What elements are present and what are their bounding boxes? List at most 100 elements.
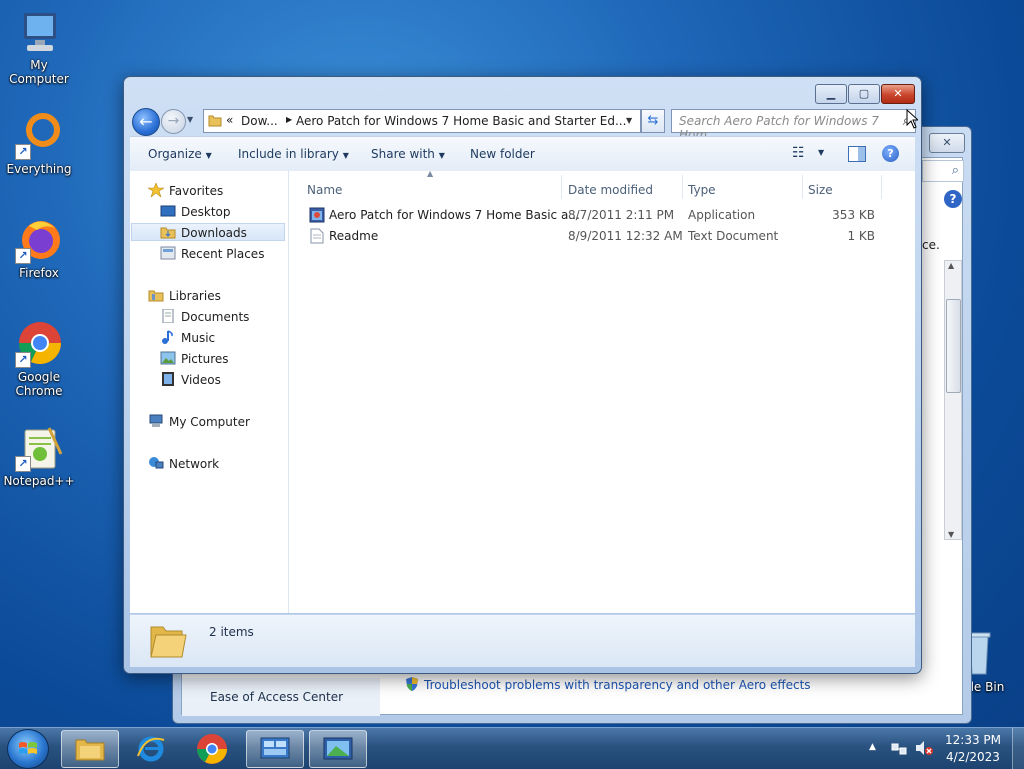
close-button[interactable]: ✕ [881,84,915,104]
aero-patch-icon [323,737,353,760]
show-desktop-button[interactable] [1012,728,1024,769]
view-options-icon[interactable]: ☷ [792,145,805,161]
table-row[interactable]: Aero Patch for Windows 7 Home Basic a...… [289,205,909,226]
everything-icon: ↗ [15,112,63,160]
scrollbar-thumb[interactable] [946,299,961,393]
organize-button[interactable]: Organize ▼ [148,147,212,161]
table-row[interactable]: Readme 8/9/2011 12:32 AM Text Document 1… [289,226,909,247]
internet-explorer-icon [137,736,165,762]
file-type: Text Document [688,229,779,243]
taskbar-internet-explorer[interactable] [124,730,180,766]
nav-downloads[interactable]: Downloads [131,223,285,241]
left-pane: Ease of Access Center [182,678,380,716]
nav-recent-places[interactable]: Recent Places [160,246,264,261]
maximize-button[interactable]: ▢ [848,84,880,104]
breadcrumb-separator-icon[interactable]: ▶ [286,115,292,124]
explorer-icon [75,739,105,761]
taskbar-explorer[interactable] [61,730,119,768]
back-arrow-icon: ← [139,112,153,131]
nav-pictures[interactable]: Pictures [160,351,229,366]
column-separator[interactable] [802,175,803,199]
file-type: Application [688,208,756,222]
forward-button[interactable]: → [161,109,186,134]
column-separator[interactable] [682,175,683,199]
column-header-size[interactable]: Size [808,183,833,197]
desktop-icon-label: Notepad++ [3,474,75,488]
music-icon [160,330,176,344]
explorer-window[interactable]: ▁ ▢ ✕ ← → ▼ « Dow... ▶ Aero Patch for Wi… [123,76,922,674]
new-folder-button[interactable]: New folder [470,147,535,161]
control-panel-icon [260,737,290,759]
include-in-library-button[interactable]: Include in library ▼ [238,147,349,161]
close-button[interactable]: ✕ [929,133,965,153]
recent-pages-dropdown-icon[interactable]: ▼ [187,115,193,124]
nav-desktop[interactable]: Desktop [160,204,231,219]
scrollbar[interactable]: ▲ ▼ [944,260,962,540]
refresh-button[interactable]: ⇆ [641,109,665,133]
clock-time[interactable]: 12:33 PM [943,733,1003,747]
computer-icon [148,414,164,428]
back-button[interactable]: ← [132,108,160,136]
desktop-icon-everything[interactable]: ↗ Everything [1,112,77,176]
share-with-button[interactable]: Share with ▼ [371,147,445,161]
forward-arrow-icon: → [167,113,180,129]
item-count: 2 items [209,625,254,639]
column-header-date[interactable]: Date modified [568,183,653,197]
volume-muted-icon[interactable] [914,740,934,756]
taskbar-chrome[interactable] [184,730,240,766]
desktop-icon-firefox[interactable]: ↗ Firefox [1,216,77,280]
navigation-pane: Favorites Desktop Downloads Recent Place… [130,171,289,613]
sort-ascending-icon: ▲ [427,169,434,178]
file-size: 1 KB [847,229,875,243]
shield-icon [404,676,420,692]
desktop-icon-my-computer[interactable]: My Computer [1,8,77,86]
start-button[interactable] [7,729,49,769]
address-dropdown-icon[interactable]: ▼ [626,116,632,125]
explorer-body: Favorites Desktop Downloads Recent Place… [130,169,915,613]
nav-my-computer[interactable]: My Computer [148,414,250,429]
troubleshoot-link[interactable]: Troubleshoot problems with transparency … [404,676,811,692]
show-hidden-icons-button[interactable]: ▲ [869,742,876,752]
nav-libraries[interactable]: Libraries [148,288,221,303]
breadcrumb-overflow[interactable]: « [226,113,233,127]
breadcrumb-downloads[interactable]: Dow... [241,114,278,128]
nav-favorites[interactable]: Favorites [146,182,223,198]
dropdown-arrow-icon: ▼ [205,151,212,160]
search-input[interactable]: Search Aero Patch for Windows 7 Hom... ⌕ [671,109,916,142]
breadcrumb-current[interactable]: Aero Patch for Windows 7 Home Basic and … [296,114,626,128]
preview-pane-icon[interactable] [848,146,866,162]
recent-places-icon [160,246,176,260]
desktop-icon-notepadpp[interactable]: ↗ Notepad++ [1,424,77,488]
text-document-icon [310,228,324,244]
desktop-icon-chrome[interactable]: ↗ Google Chrome [1,320,77,398]
nav-network[interactable]: Network [148,456,219,471]
minimize-button[interactable]: ▁ [815,84,847,104]
network-status-icon[interactable] [891,741,907,756]
application-icon [309,207,325,223]
nav-videos[interactable]: Videos [160,372,221,387]
column-header-type[interactable]: Type [688,183,716,197]
clock-date[interactable]: 4/2/2023 [943,750,1003,764]
view-dropdown-icon[interactable]: ▼ [818,148,824,157]
shortcut-arrow-icon: ↗ [15,248,31,264]
help-icon[interactable]: ? [882,145,899,162]
column-separator[interactable] [561,175,562,199]
documents-icon [160,308,176,324]
search-box[interactable]: ⌕ [922,160,964,182]
taskbar-aero-patch[interactable] [309,730,367,768]
help-icon[interactable]: ? [944,190,962,208]
ease-of-access-link[interactable]: Ease of Access Center [210,690,343,704]
scroll-up-icon[interactable]: ▲ [948,261,954,270]
nav-documents[interactable]: Documents [160,308,249,324]
taskbar-control-panel[interactable] [246,730,304,768]
column-header-name[interactable]: Name [307,183,342,197]
file-date: 8/7/2011 2:11 PM [568,208,675,222]
nav-music[interactable]: Music [160,330,215,345]
address-bar[interactable]: « Dow... ▶ Aero Patch for Windows 7 Home… [203,109,641,133]
scroll-down-icon[interactable]: ▼ [948,530,954,539]
pictures-icon [160,351,176,365]
mouse-cursor-icon [906,109,918,129]
file-name: Aero Patch for Windows 7 Home Basic a... [329,208,580,222]
column-separator[interactable] [881,175,882,199]
desktop-icon-label: Firefox [19,266,59,280]
